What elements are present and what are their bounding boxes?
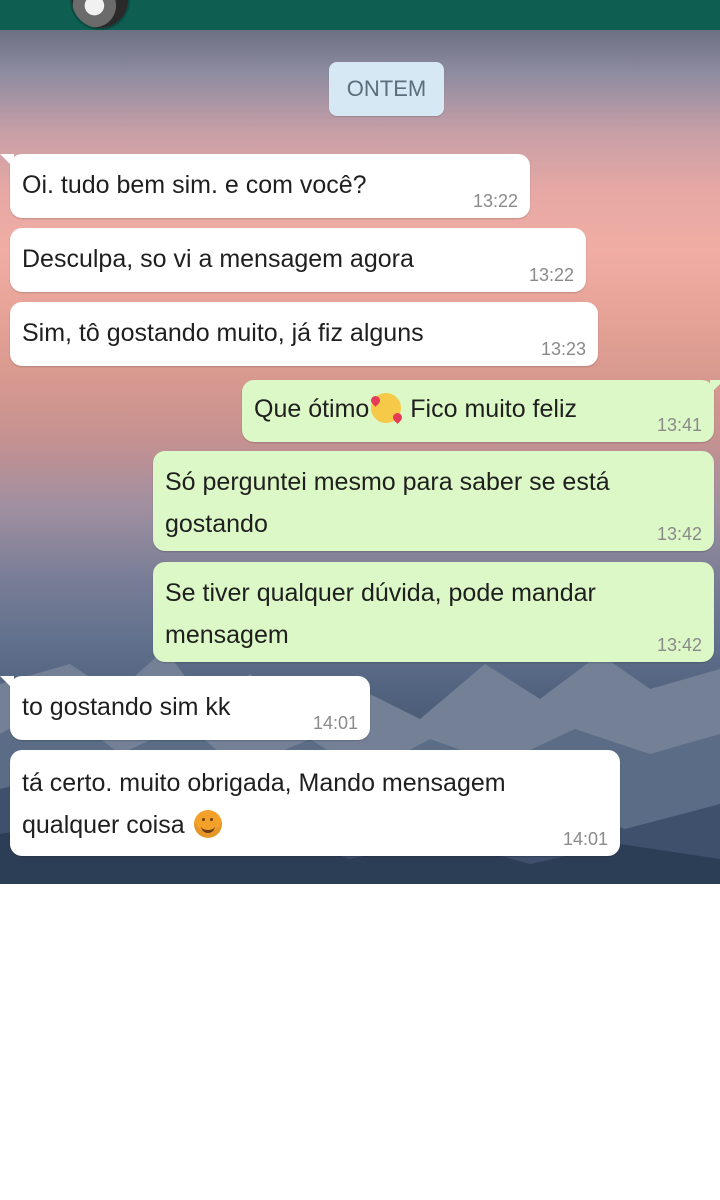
chat-area: ONTEM Oi. tudo bem sim. e com você? 13:2… <box>0 30 720 884</box>
message-time: 13:23 <box>540 339 586 359</box>
message-time: 13:22 <box>472 191 518 211</box>
chat-header <box>0 0 720 30</box>
message-line: tá certo. muito obrigada, Mando mensagem <box>22 769 506 797</box>
message-time: 14:01 <box>562 829 608 849</box>
incoming-message[interactable]: tá certo. muito obrigada, Mando mensagem… <box>10 750 620 856</box>
outgoing-message[interactable]: Se tiver qualquer dúvida, pode mandar me… <box>153 562 714 662</box>
message-text-after: Fico muito feliz <box>403 395 578 423</box>
message-time: 13:42 <box>656 524 702 544</box>
message-time: 13:42 <box>656 635 702 655</box>
message-line: Se tiver qualquer dúvida, pode mandar <box>165 579 596 607</box>
outgoing-message[interactable]: Só perguntei mesmo para saber se está go… <box>153 451 714 551</box>
avatar[interactable] <box>70 0 130 30</box>
incoming-message[interactable]: to gostando sim kk 14:01 <box>0 676 370 740</box>
bubble-tail <box>710 380 720 394</box>
incoming-message[interactable]: Oi. tudo bem sim. e com você? 13:22 <box>0 154 530 218</box>
smiling-face-icon <box>193 810 222 839</box>
message-text: Que ótimo Fico muito feliz <box>254 393 578 424</box>
bubble-tail <box>0 676 14 690</box>
message-time: 14:01 <box>312 713 358 733</box>
message-text: Desculpa, so vi a mensagem agora <box>22 245 414 273</box>
message-text-before: Que ótimo <box>254 395 370 423</box>
message-line: Só perguntei mesmo para saber se está <box>165 468 610 496</box>
message-text: to gostando sim kk <box>22 693 231 721</box>
message-text: Oi. tudo bem sim. e com você? <box>22 171 367 199</box>
incoming-message[interactable]: Desculpa, so vi a mensagem agora 13:22 <box>10 228 586 292</box>
message-line: qualquer coisa <box>22 804 608 846</box>
message-line: mensagem <box>165 621 289 649</box>
message-time: 13:41 <box>656 415 702 435</box>
date-separator: ONTEM <box>329 62 444 116</box>
message-time: 13:22 <box>528 265 574 285</box>
bubble-tail <box>0 154 14 168</box>
outgoing-message[interactable]: Que ótimo Fico muito feliz 13:41 <box>242 380 720 442</box>
message-line-text: qualquer coisa <box>22 811 185 839</box>
incoming-message[interactable]: Sim, tô gostando muito, já fiz alguns 13… <box>10 302 598 366</box>
smiling-face-with-hearts-icon <box>371 393 402 424</box>
message-text: Sim, tô gostando muito, já fiz alguns <box>22 319 424 347</box>
message-line: gostando <box>165 510 268 538</box>
